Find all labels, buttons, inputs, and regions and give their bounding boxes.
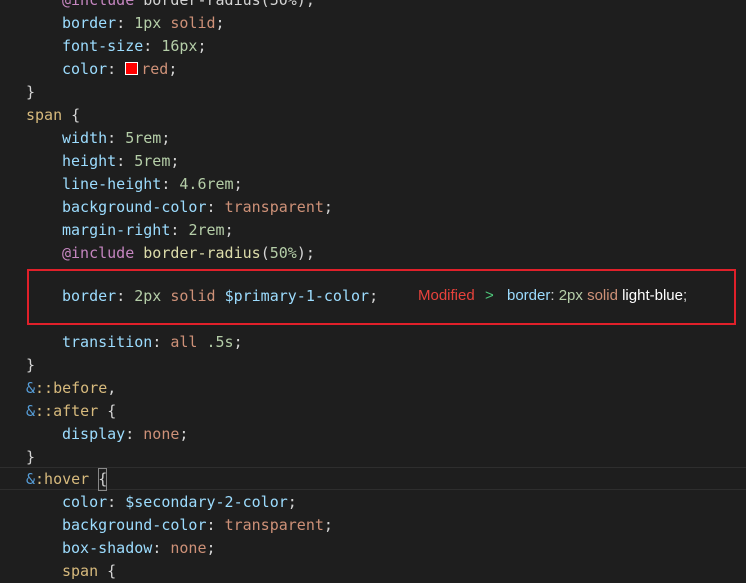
- code-line[interactable]: color: red;: [26, 58, 177, 81]
- value: solid: [161, 14, 216, 32]
- annotation-value: 2px: [558, 287, 583, 304]
- annotation-arrow: >: [485, 287, 494, 304]
- code-line[interactable]: height: 5rem;: [26, 150, 179, 173]
- code-text: border-radius(50%);: [134, 0, 315, 9]
- current-line-highlight: [0, 467, 746, 490]
- selector: ::before: [35, 379, 108, 397]
- code-line[interactable]: span {: [26, 560, 116, 583]
- code-line[interactable]: line-height: 4.6rem;: [26, 173, 243, 196]
- property: font-size: [62, 37, 144, 55]
- code-text: (: [260, 244, 270, 262]
- at-rule: @include: [62, 244, 135, 262]
- annotation-property: border: [507, 287, 551, 304]
- value: 5rem: [134, 152, 171, 170]
- color-swatch-icon[interactable]: [125, 62, 139, 75]
- property: margin-right: [62, 221, 171, 239]
- code-line[interactable]: &:hover {: [26, 468, 108, 491]
- code-line[interactable]: @include border-radius(50%);: [26, 242, 315, 265]
- code-line[interactable]: font-size: 16px;: [26, 35, 207, 58]
- value: none: [170, 539, 207, 557]
- code-editor[interactable]: @include border-radius(50%); border: 1px…: [0, 0, 746, 581]
- closing-brace: }: [26, 356, 36, 374]
- mixin-name: border-radius: [134, 244, 261, 262]
- value: 5rem: [125, 129, 162, 147]
- value: none: [143, 425, 180, 443]
- value: 16px: [161, 37, 198, 55]
- code-line[interactable]: @include border-radius(50%);: [26, 0, 315, 12]
- closing-brace: }: [26, 448, 36, 466]
- selector: span: [26, 106, 63, 124]
- code-line[interactable]: background-color: transparent;: [26, 514, 333, 537]
- annotation-value: solid: [587, 287, 618, 304]
- code-line[interactable]: }: [26, 446, 35, 469]
- selector: :hover: [35, 470, 90, 488]
- parent-selector: &: [26, 470, 36, 488]
- property: width: [62, 129, 108, 147]
- property: display: [62, 425, 126, 443]
- code-line[interactable]: span {: [26, 104, 80, 127]
- value: transparent: [224, 198, 324, 216]
- value: transparent: [224, 516, 324, 534]
- closing-brace: }: [26, 83, 36, 101]
- property: line-height: [62, 175, 162, 193]
- value: all: [170, 333, 198, 351]
- annotation-value: light-blue: [622, 287, 683, 304]
- property: transition: [62, 333, 153, 351]
- annotation-semicolon: ;: [682, 287, 688, 304]
- value: 4.6rem: [179, 175, 234, 193]
- code-text: {: [98, 562, 117, 580]
- property: height: [62, 152, 117, 170]
- code-text: {: [98, 402, 117, 420]
- property: background-color: [62, 516, 207, 534]
- property: color: [62, 493, 108, 511]
- property: background-color: [62, 198, 207, 216]
- value: 2rem: [188, 221, 225, 239]
- parent-selector: &: [26, 402, 36, 420]
- at-rule: @include: [62, 0, 135, 9]
- variable: $secondary-2-color: [125, 493, 288, 511]
- code-line[interactable]: &::before,: [26, 377, 116, 400]
- property: color: [62, 60, 108, 78]
- value: red: [141, 60, 169, 78]
- annotation-modified-code: border: 2px solid light-blue;: [507, 287, 688, 304]
- annotation-modified-label: Modified: [418, 287, 475, 304]
- code-line[interactable]: }: [26, 354, 35, 377]
- parent-selector: &: [26, 379, 36, 397]
- selector: ::after: [35, 402, 99, 420]
- code-line[interactable]: width: 5rem;: [26, 127, 170, 150]
- selector: span: [62, 562, 99, 580]
- code-line[interactable]: }: [26, 81, 35, 104]
- value: .5s: [206, 333, 234, 351]
- value: 1px: [134, 14, 162, 32]
- code-line[interactable]: margin-right: 2rem;: [26, 219, 234, 242]
- value: 50%: [269, 244, 297, 262]
- code-line[interactable]: color: $secondary-2-color;: [26, 491, 297, 514]
- code-line[interactable]: &::after {: [26, 400, 116, 423]
- code-line[interactable]: display: none;: [26, 423, 188, 446]
- code-line[interactable]: border: 1px solid;: [26, 12, 225, 35]
- matched-bracket: {: [98, 468, 108, 491]
- property: box-shadow: [62, 539, 153, 557]
- property: border: [62, 14, 117, 32]
- code-line[interactable]: transition: all .5s;: [26, 331, 243, 354]
- code-text: {: [62, 106, 81, 124]
- code-line[interactable]: box-shadow: none;: [26, 537, 216, 560]
- code-text: );: [296, 244, 315, 262]
- code-line[interactable]: background-color: transparent;: [26, 196, 333, 219]
- code-text: ,: [107, 379, 117, 397]
